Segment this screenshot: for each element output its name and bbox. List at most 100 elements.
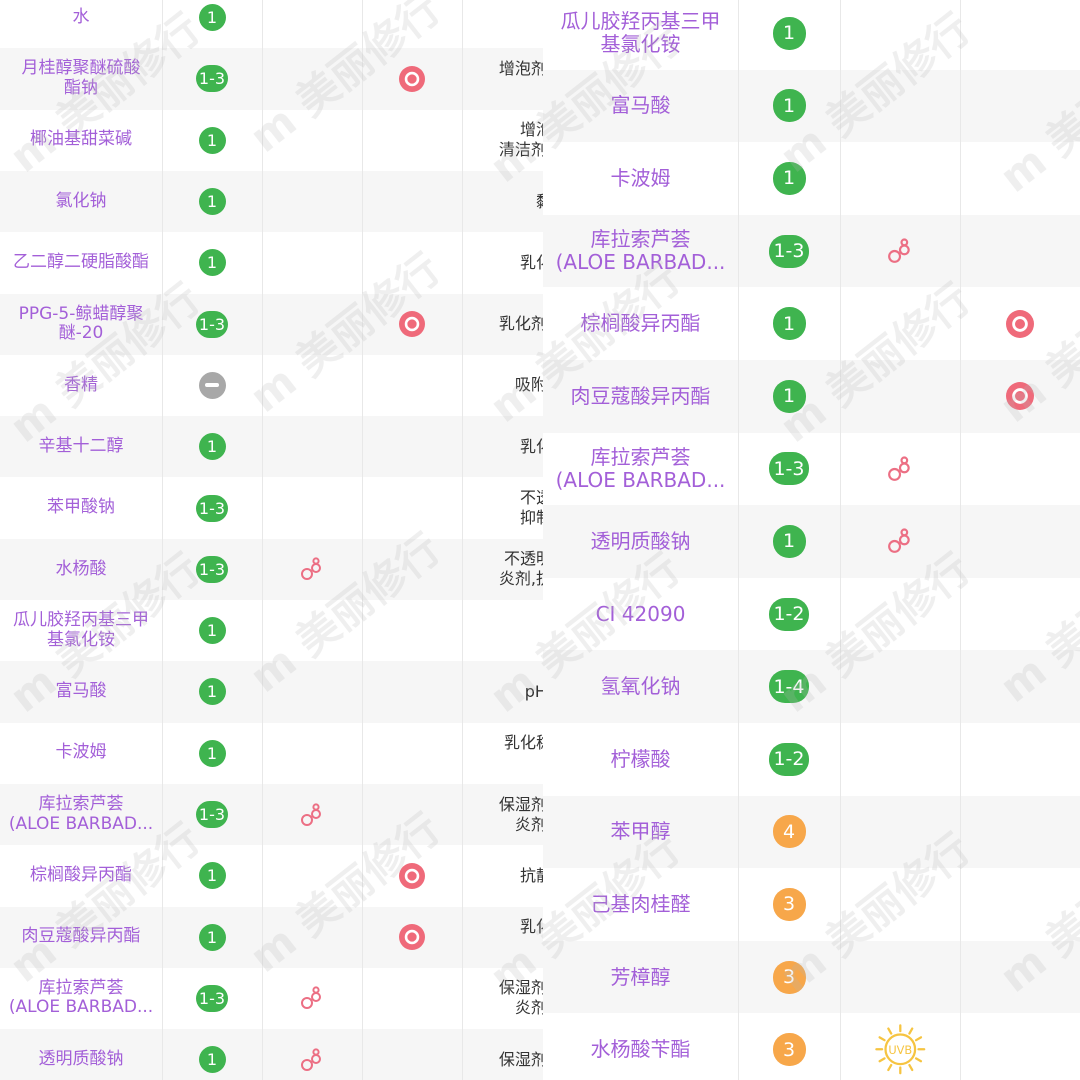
ingredient-row[interactable]: 氢氧化钠 1-4	[543, 650, 1080, 723]
safety-score-cell: 1	[162, 723, 262, 784]
safety-score-cell: 1-3	[162, 477, 262, 538]
ingredient-name[interactable]: 卡波姆	[543, 142, 738, 215]
unknown-score-badge	[198, 371, 226, 399]
ingredient-name[interactable]: 卡波姆	[0, 723, 162, 784]
safety-score-cell: 1	[162, 110, 262, 171]
ingredient-purpose: 黏度	[462, 171, 543, 232]
safety-score-cell: 1-3	[162, 48, 262, 109]
ingredient-name[interactable]: 棕榈酸异丙酯	[0, 845, 162, 906]
ingredient-name[interactable]: 苯甲酸钠	[0, 477, 162, 538]
ingredient-row[interactable]: 水杨酸苄酯 3 UVB	[543, 1013, 1080, 1080]
safety-score-badge: 1	[198, 188, 226, 216]
safety-score-badge: 1	[772, 524, 806, 558]
ingredient-name[interactable]: 己基肉桂醛	[543, 868, 738, 941]
ingredient-name[interactable]: 肉豆蔻酸异丙酯	[543, 360, 738, 433]
ingredient-name[interactable]: 棕榈酸异丙酯	[543, 287, 738, 360]
ingredient-name[interactable]: 氢氧化钠	[543, 650, 738, 723]
safety-score-cell: 1	[738, 70, 840, 143]
acne-risk-cell	[262, 416, 362, 477]
ingredient-name[interactable]: CI 42090	[543, 578, 738, 651]
ingredient-name[interactable]: 肉豆蔻酸异丙酯	[0, 907, 162, 968]
ingredient-name[interactable]: PPG-5-鲸蜡醇聚 醚-20	[0, 294, 162, 355]
ingredient-name[interactable]: 库拉索芦荟 (ALOE BARBAD...	[0, 968, 162, 1029]
safety-score-cell: 3	[738, 868, 840, 941]
ingredient-row[interactable]: 肉豆蔻酸异丙酯 1	[543, 360, 1080, 433]
ingredient-name[interactable]: 瓜儿胶羟丙基三甲 基氯化铵	[543, 0, 738, 70]
ingredient-row[interactable]: 棕榈酸异丙酯 1	[543, 287, 1080, 360]
ingredient-row[interactable]: 卡波姆 1	[543, 142, 1080, 215]
allergy-risk-cell	[960, 70, 1080, 143]
safety-score-cell: 1	[162, 232, 262, 293]
ingredient-name[interactable]: 库拉索芦荟 (ALOE BARBAD...	[543, 215, 738, 288]
ingredient-name[interactable]: 库拉索芦荟 (ALOE BARBAD...	[543, 433, 738, 506]
safety-score-cell: 1	[738, 0, 840, 70]
acne-risk-cell	[840, 215, 960, 288]
safety-score-badge: 1	[772, 89, 806, 123]
ingredient-name[interactable]: 富马酸	[543, 70, 738, 143]
safety-score-badge: 1-3	[195, 310, 229, 338]
ingredient-row[interactable]: 库拉索芦荟 (ALOE BARBAD... 1-3	[543, 214, 1080, 288]
safety-score-badge: 1	[198, 4, 226, 32]
allergy-risk-cell	[960, 0, 1080, 70]
ingredient-name[interactable]: 乙二醇二硬脂酸酯	[0, 232, 162, 293]
ingredient-row[interactable]: 己基肉桂醛 3	[543, 868, 1080, 941]
ingredient-name[interactable]: 氯化钠	[0, 171, 162, 232]
safety-score-cell: 1	[162, 0, 262, 48]
ingredient-name[interactable]: 水杨酸苄酯	[543, 1013, 738, 1080]
allergy-risk-cell	[362, 600, 462, 661]
safety-score-badge: 1-3	[195, 555, 229, 583]
allergy-risk-cell	[362, 232, 462, 293]
acne-risk-cell	[840, 433, 960, 506]
allergy-risk-cell	[960, 578, 1080, 651]
ingredient-row[interactable]: 苯甲醇 4	[543, 795, 1080, 869]
ingredient-name[interactable]: 柠檬酸	[543, 723, 738, 796]
ingredient-name[interactable]: 透明质酸钠	[0, 1029, 162, 1080]
ingredient-row[interactable]: 库拉索芦荟 (ALOE BARBAD... 1-3	[543, 433, 1080, 506]
ingredient-name[interactable]: 芳樟醇	[543, 941, 738, 1014]
safety-score-badge: 1	[198, 617, 226, 645]
safety-score-badge: 1	[198, 249, 226, 277]
ingredient-name[interactable]: 透明质酸钠	[543, 505, 738, 578]
ingredient-row[interactable]: 瓜儿胶羟丙基三甲 基氯化铵 1	[543, 0, 1080, 70]
ingredient-purpose: 增泡剂,清 活	[498, 58, 543, 78]
ingredient-row[interactable]: 芳樟醇 3	[543, 940, 1080, 1014]
uvb-sun-icon: UVB	[874, 1024, 926, 1075]
allergy-risk-cell	[362, 0, 462, 48]
safety-score-cell: 1	[738, 142, 840, 215]
allergy-risk-cell	[960, 941, 1080, 1014]
ingredient-name[interactable]: 辛基十二醇	[0, 416, 162, 477]
ingredient-row[interactable]: CI 42090 1-2	[543, 578, 1080, 651]
safety-score-cell: 1	[162, 907, 262, 968]
allergy-risk-cell	[960, 796, 1080, 869]
allergy-risk-cell	[362, 294, 462, 355]
ingredient-name[interactable]: 香精	[0, 355, 162, 416]
ingredient-name[interactable]: 月桂醇聚醚硫酸 酯钠	[0, 48, 162, 109]
acne-risk-cell	[840, 142, 960, 215]
ingredient-name[interactable]: 水杨酸	[0, 539, 162, 600]
acne-risk-icon	[888, 456, 910, 481]
acne-risk-cell	[262, 171, 362, 232]
safety-score-cell: 1-2	[738, 578, 840, 651]
safety-score-cell: 1-3	[162, 539, 262, 600]
allergy-risk-icon	[399, 924, 425, 951]
acne-risk-cell	[262, 784, 362, 845]
ingredient-name[interactable]: 库拉索芦荟 (ALOE BARBAD...	[0, 784, 162, 845]
ingredient-name[interactable]: 水	[0, 0, 162, 48]
safety-score-cell: 1-2	[738, 723, 840, 796]
ingredient-name[interactable]: 椰油基甜菜碱	[0, 110, 162, 171]
safety-score-cell: 1	[162, 661, 262, 722]
safety-score-cell: 1-3	[738, 433, 840, 506]
ingredient-purpose: 抗静电	[519, 865, 543, 885]
ingredient-name[interactable]: 瓜儿胶羟丙基三甲 基氯化铵	[0, 600, 162, 661]
safety-score-cell: 1	[738, 505, 840, 578]
ingredient-name[interactable]: 富马酸	[0, 661, 162, 722]
safety-score-badge: 1	[772, 16, 806, 50]
acne-risk-cell	[840, 723, 960, 796]
column-divider	[162, 0, 163, 1080]
ingredient-name[interactable]: 苯甲醇	[543, 796, 738, 869]
allergy-risk-icon	[399, 311, 425, 338]
ingredient-row[interactable]: 柠檬酸 1-2	[543, 723, 1080, 796]
ingredient-row[interactable]: 透明质酸钠 1	[543, 505, 1080, 578]
safety-score-cell: 3	[738, 941, 840, 1014]
ingredient-row[interactable]: 富马酸 1	[543, 69, 1080, 143]
